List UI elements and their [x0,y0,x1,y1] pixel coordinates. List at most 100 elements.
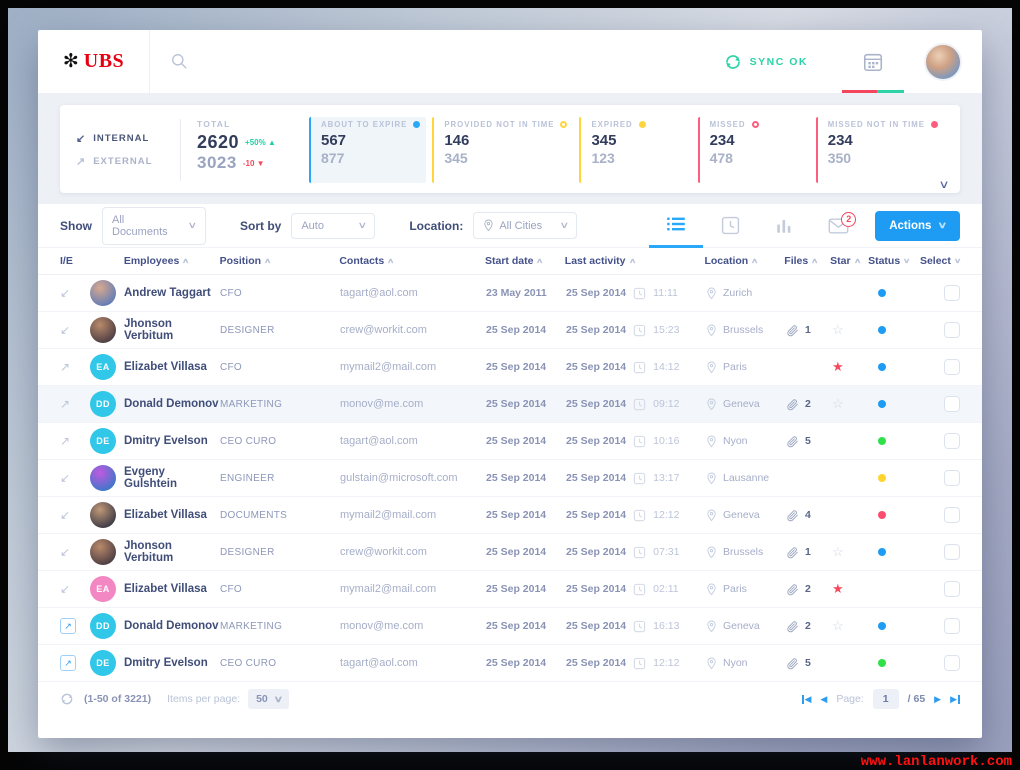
stat-group[interactable]: EXPIRED 345 123 [579,117,691,183]
employee-name[interactable]: Donald Demonov [124,620,220,632]
actions-button[interactable]: Actions ∨ [875,210,960,241]
sync-status[interactable]: SYNC OK [724,53,808,71]
calendar-tab[interactable] [834,30,912,93]
files-cell[interactable]: 2 [786,398,832,411]
employee-name[interactable]: Elizabet Villasa [124,509,220,521]
tab-chart-view[interactable] [757,204,811,248]
sort-dropdown[interactable]: Auto ∨ [291,212,376,239]
row-checkbox[interactable] [944,544,960,560]
tab-mail-view[interactable]: 2 [811,204,865,248]
contact-email[interactable]: tagart@aol.com [340,287,486,299]
table-row[interactable]: ↗ DD Donald Demonov MARKETING monov@me.c… [38,608,982,645]
contact-email[interactable]: mymail2@mail.com [340,509,486,521]
row-checkbox[interactable] [944,322,960,338]
employee-name[interactable]: Jhonson Verbitum [124,540,220,564]
employee-name[interactable]: Dmitry Evelson [124,435,220,447]
column-header-start-date[interactable]: Start date [485,255,565,267]
row-checkbox[interactable] [944,433,960,449]
column-header-employees[interactable]: Employees [124,255,220,267]
next-page-button[interactable]: ▶ [934,694,941,705]
files-cell[interactable]: 1 [786,546,832,559]
avatar: EA [90,354,116,380]
stat-group[interactable]: MISSED 234 478 [697,117,810,183]
table-row[interactable]: ↙ Jhonson Verbitum DESIGNER crew@workit.… [38,312,982,349]
items-per-page-dropdown[interactable]: 50 ∨ [248,689,290,709]
employee-name[interactable]: Andrew Taggart [124,287,220,299]
stat-group[interactable]: MISSED NOT IN TIME 234 350 [815,117,944,183]
employee-name[interactable]: Evgeny Gulshtein [124,466,220,490]
column-header-location[interactable]: Location [704,255,784,267]
employee-name[interactable]: Elizabet Villasa [124,361,220,373]
row-checkbox[interactable] [944,359,960,375]
last-page-button[interactable]: ▶ [950,694,960,705]
show-dropdown[interactable]: All Documents ∨ [102,206,206,245]
star-icon[interactable]: ★ [832,581,844,597]
contact-email[interactable]: monov@me.com [340,398,486,410]
employee-name[interactable]: Donald Demonov [124,398,220,410]
contact-email[interactable]: monov@me.com [340,620,486,632]
files-cell[interactable]: 2 [786,620,832,633]
employee-name[interactable]: Elizabet Villasa [124,583,220,595]
column-header-select[interactable]: Select [920,255,960,267]
column-header-ie[interactable]: I/E [60,255,124,267]
tab-list-view[interactable] [649,204,704,248]
row-checkbox[interactable] [944,470,960,486]
refresh-button[interactable] [60,692,74,706]
contact-email[interactable]: tagart@aol.com [340,435,486,447]
star-icon[interactable]: ★ [832,359,844,375]
tab-timeline-view[interactable] [703,204,757,248]
contact-email[interactable]: tagart@aol.com [340,657,486,669]
table-row[interactable]: ↙ Evgeny Gulshtein ENGINEER gulstain@mic… [38,460,982,497]
table-row[interactable]: ↙ Jhonson Verbitum DESIGNER crew@workit.… [38,534,982,571]
table-row[interactable]: ↙ Elizabet Villasa DOCUMENTS mymail2@mai… [38,497,982,534]
row-checkbox[interactable] [944,618,960,634]
row-checkbox[interactable] [944,507,960,523]
files-cell[interactable]: 2 [786,583,832,596]
star-icon[interactable]: ☆ [832,544,844,560]
stats-expand-chevron-icon[interactable]: ∨ [938,178,949,191]
row-checkbox[interactable] [944,581,960,597]
stat-group[interactable]: ABOUT TO EXPIRE 567 877 [309,117,427,183]
first-page-button[interactable]: ◀ [801,694,811,705]
contact-email[interactable]: mymail2@mail.com [340,583,486,595]
employee-name[interactable]: Jhonson Verbitum [124,318,220,342]
contact-email[interactable]: mymail2@mail.com [340,361,486,373]
files-cell[interactable]: 5 [786,435,832,448]
contact-email[interactable]: crew@workit.com [340,324,486,336]
files-cell[interactable]: 5 [786,657,832,670]
table-row[interactable]: ↙ EA Elizabet Villasa CFO mymail2@mail.c… [38,571,982,608]
table-row[interactable]: ↗ DE Dmitry Evelson CEO CURO tagart@aol.… [38,645,982,682]
contact-email[interactable]: crew@workit.com [340,546,486,558]
user-avatar[interactable] [924,42,962,81]
external-toggle[interactable]: ↗ EXTERNAL [76,155,180,168]
stat-group[interactable]: PROVIDED NOT IN TIME 146 345 [432,117,573,183]
column-header-contacts[interactable]: Contacts [339,255,485,267]
star-icon[interactable]: ☆ [832,618,844,634]
star-icon[interactable]: ☆ [832,396,844,412]
column-header-star[interactable]: Star [830,255,868,267]
internal-toggle[interactable]: ↙ INTERNAL [76,132,180,145]
row-checkbox[interactable] [944,655,960,671]
column-header-position[interactable]: Position [220,255,340,267]
contact-email[interactable]: gulstain@microsoft.com [340,472,486,484]
column-header-last-activity[interactable]: Last activity [565,255,705,267]
row-checkbox[interactable] [944,396,960,412]
files-cell[interactable]: 1 [786,324,832,337]
table-row[interactable]: ↗ DE Dmitry Evelson CEO CURO tagart@aol.… [38,423,982,460]
files-cell[interactable]: 4 [786,509,832,522]
prev-page-button[interactable]: ◀ [820,694,827,705]
clock-icon [633,287,646,299]
last-activity: 25 Sep 2014 10:16 [566,435,706,448]
page-input[interactable]: 1 [872,689,899,709]
column-header-files[interactable]: Files [784,255,830,267]
row-checkbox[interactable] [944,285,960,301]
column-header-status[interactable]: Status [868,255,920,267]
search-button[interactable] [150,30,208,93]
employee-name[interactable]: Dmitry Evelson [124,657,220,669]
location-dropdown[interactable]: All Cities ∨ [473,212,578,239]
table-row[interactable]: ↙ Andrew Taggart CFO tagart@aol.com 23 M… [38,275,982,312]
ubs-logo[interactable]: ✻ UBS [38,30,150,93]
star-icon[interactable]: ☆ [832,322,844,338]
table-row[interactable]: ↗ DD Donald Demonov MARKETING monov@me.c… [38,386,982,423]
table-row[interactable]: ↗ EA Elizabet Villasa CFO mymail2@mail.c… [38,349,982,386]
